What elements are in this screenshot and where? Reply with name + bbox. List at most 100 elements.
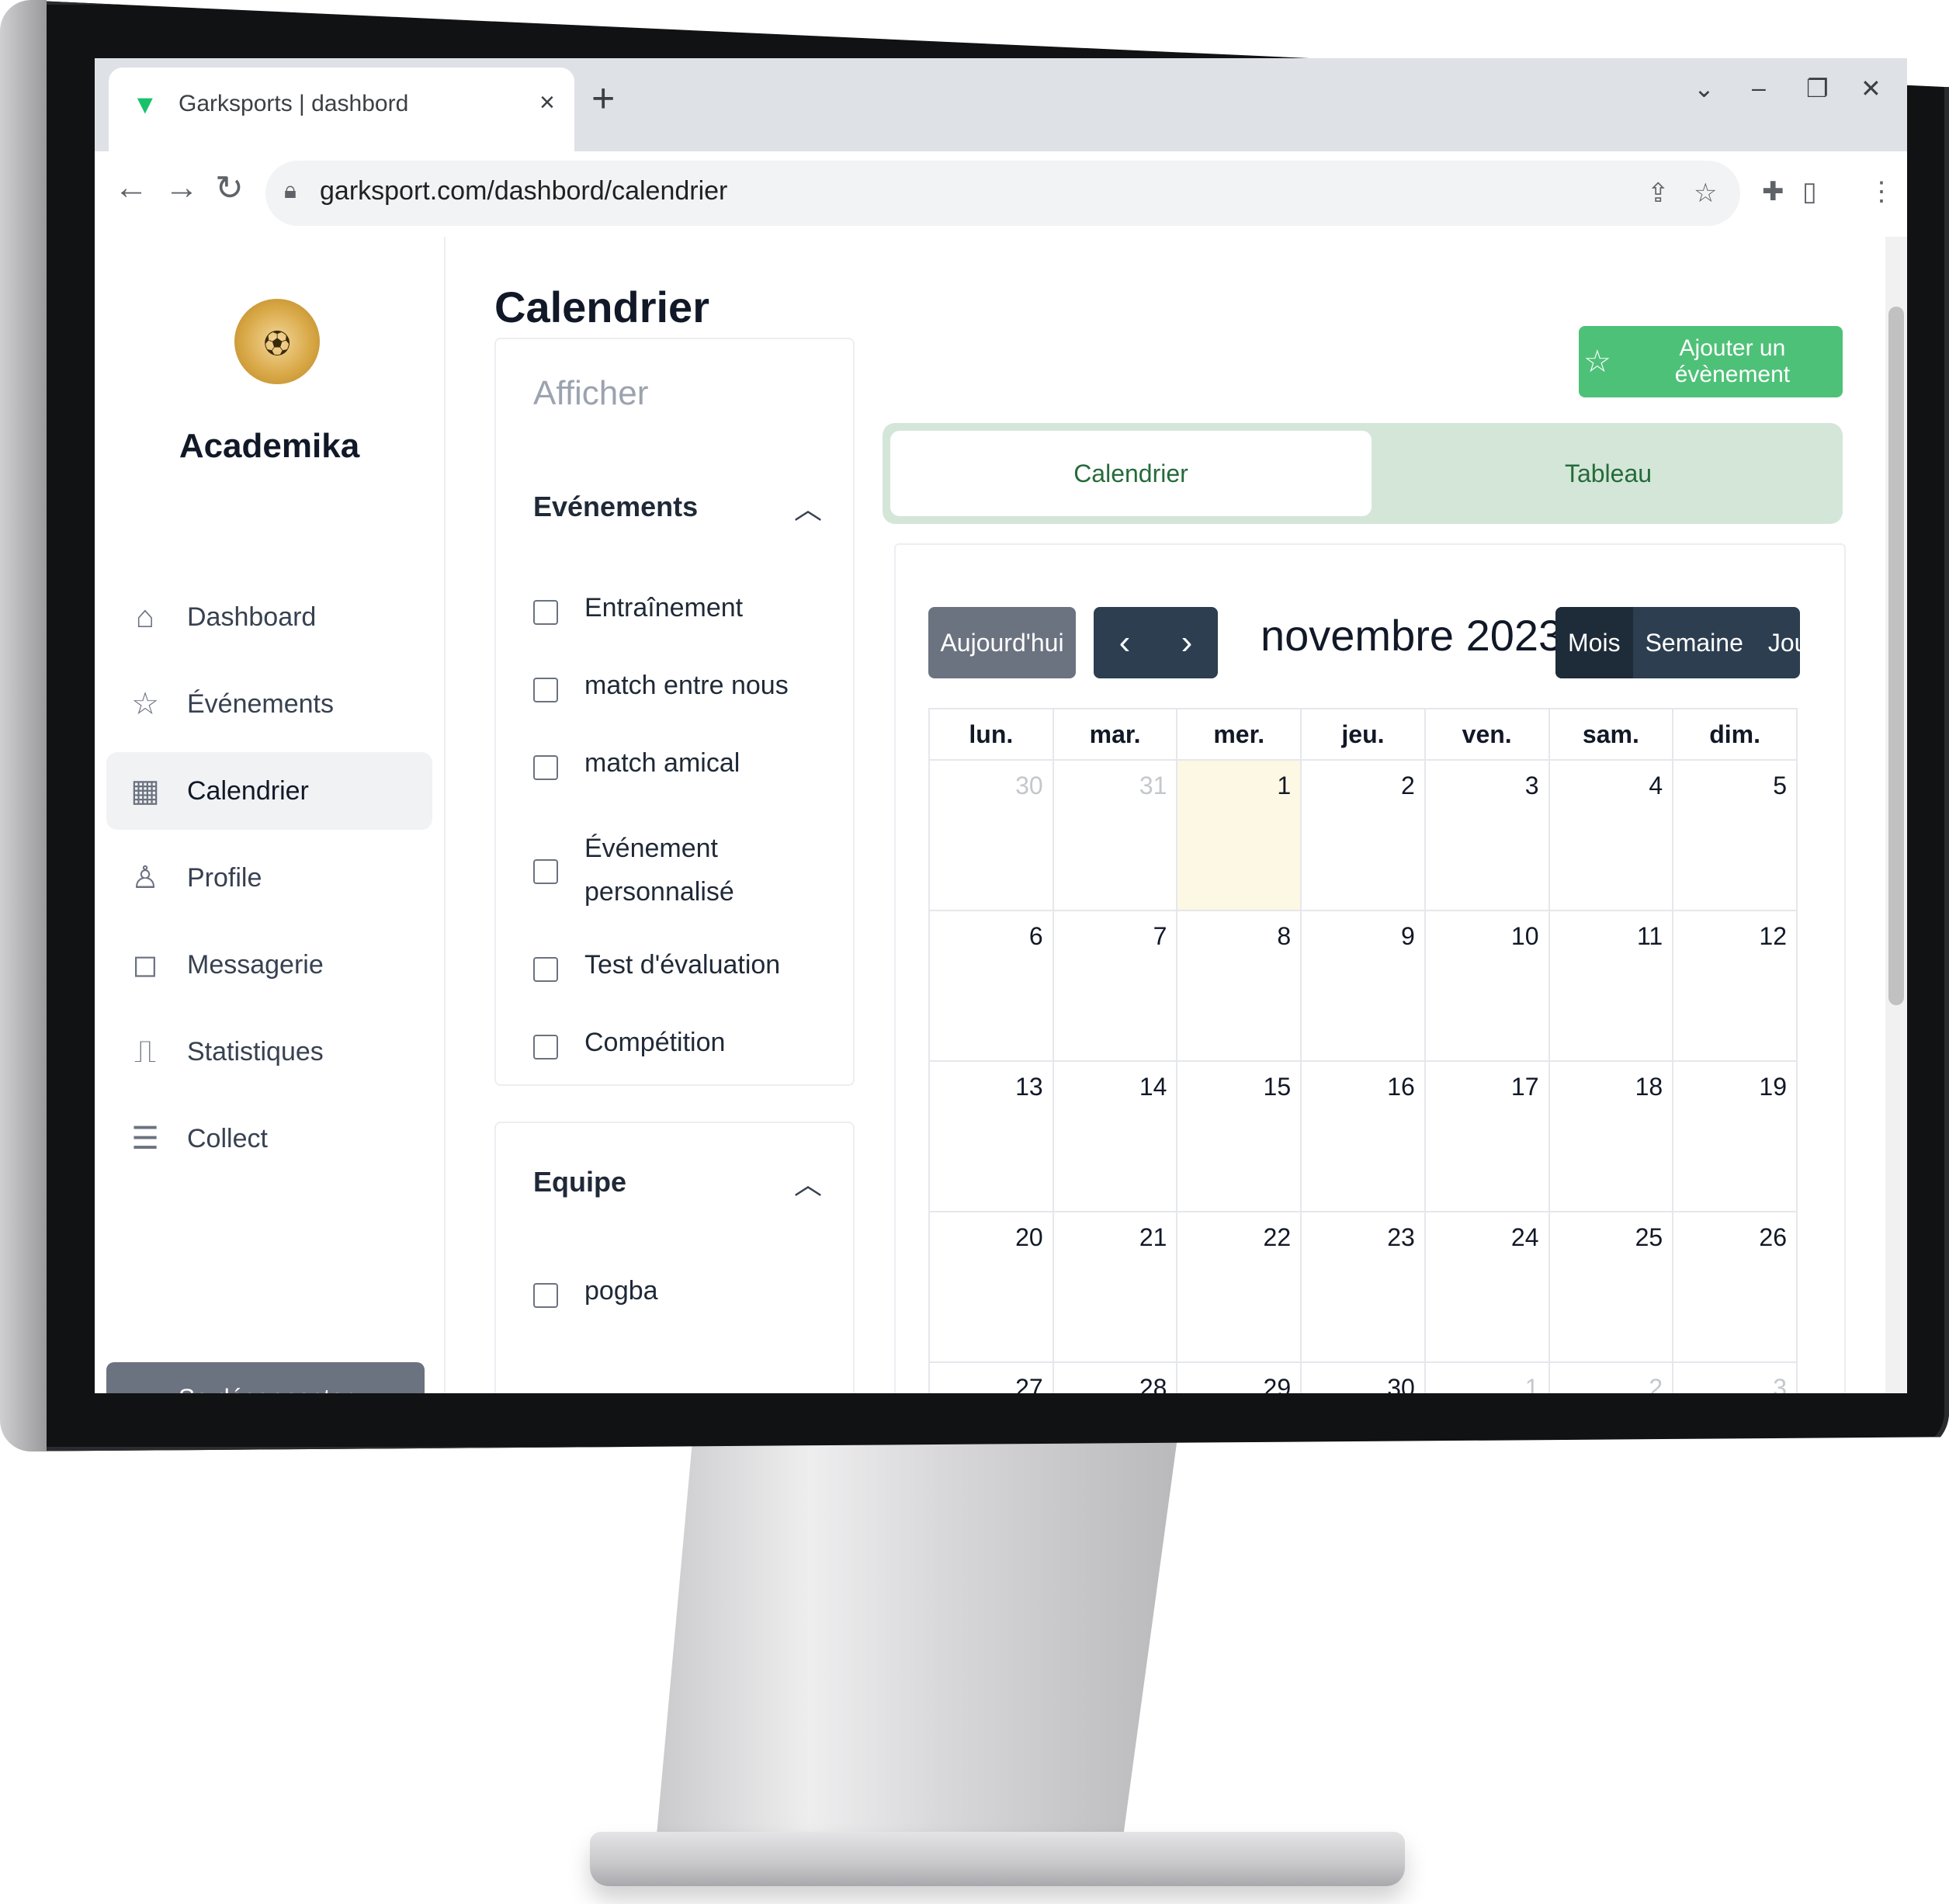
weekday-header: mar. bbox=[1052, 708, 1178, 761]
new-tab-icon[interactable]: + bbox=[591, 75, 615, 122]
next-month-icon[interactable]: › bbox=[1156, 607, 1218, 678]
calendar-week-row: 20 21 22 23 24 25 26 bbox=[928, 1211, 1798, 1363]
day-cell[interactable]: 1 bbox=[1424, 1361, 1550, 1393]
filter-option-evenement-personnalise[interactable]: Événement personnalisé bbox=[533, 834, 802, 914]
logout-button[interactable]: Se déconnecter bbox=[106, 1362, 425, 1393]
today-button[interactable]: Aujourd'hui bbox=[928, 607, 1076, 678]
sidebar-nav: ⌂ Dashboard ☆ Événements ▦ Calendrier ♙ … bbox=[106, 578, 432, 1187]
prev-month-icon[interactable]: ‹ bbox=[1094, 607, 1156, 678]
chevron-up-icon[interactable]: ︿ bbox=[794, 1162, 822, 1202]
sidebar-item-statistiques[interactable]: ⎍ Statistiques bbox=[106, 1013, 432, 1091]
filter-option-entrainement[interactable]: Entraînement bbox=[533, 593, 802, 629]
day-cell[interactable]: 4 bbox=[1548, 759, 1674, 911]
view-selector: Mois Semaine Jour bbox=[1555, 607, 1800, 678]
day-cell[interactable]: 14 bbox=[1052, 1060, 1178, 1212]
page-title: Calendrier bbox=[494, 282, 709, 331]
filter-panel-team: Equipe ︿ pogba bbox=[494, 1122, 855, 1393]
screen: ▼ Garksports | dashbord × + ← → ↻ 🔒︎ gar… bbox=[95, 58, 1907, 1393]
day-cell[interactable]: 31 bbox=[1052, 759, 1178, 911]
forward-icon[interactable]: → bbox=[165, 168, 199, 207]
day-cell[interactable]: 30 bbox=[1300, 1361, 1426, 1393]
reload-icon[interactable]: ↻ bbox=[215, 168, 244, 208]
omnibox[interactable]: 🔒︎ garksport.com/dashbord/calendrier ⇪ ☆ bbox=[265, 161, 1740, 226]
close-window-icon[interactable]: ✕ bbox=[1861, 74, 1881, 103]
day-cell[interactable]: 24 bbox=[1424, 1211, 1550, 1363]
day-cell[interactable]: 3 bbox=[1424, 759, 1550, 911]
day-cell[interactable]: 29 bbox=[1176, 1361, 1302, 1393]
sidebar-item-calendrier[interactable]: ▦ Calendrier bbox=[106, 752, 432, 830]
sidebar-item-evenements[interactable]: ☆ Événements bbox=[106, 665, 432, 743]
calendar-week-row: 6 7 8 9 10 11 12 bbox=[928, 910, 1798, 1062]
sidebar-item-messagerie[interactable]: ◻ Messagerie bbox=[106, 926, 432, 1004]
day-cell[interactable]: 25 bbox=[1548, 1211, 1674, 1363]
day-cell[interactable]: 12 bbox=[1672, 910, 1798, 1062]
day-cell[interactable]: 3 bbox=[1672, 1361, 1798, 1393]
day-cell[interactable]: 6 bbox=[928, 910, 1054, 1062]
restore-icon[interactable]: ❐ bbox=[1806, 74, 1829, 103]
tab-tableau[interactable]: Tableau bbox=[1379, 431, 1837, 516]
checkbox[interactable] bbox=[533, 957, 558, 982]
chevron-up-icon[interactable]: ︿ bbox=[794, 487, 822, 527]
share-icon[interactable]: ⇪ bbox=[1647, 178, 1670, 209]
day-cell[interactable]: 23 bbox=[1300, 1211, 1426, 1363]
filter-option-test-evaluation[interactable]: Test d'évaluation bbox=[533, 950, 802, 987]
day-cell[interactable]: 9 bbox=[1300, 910, 1426, 1062]
page-scrollbar[interactable] bbox=[1885, 237, 1907, 1393]
add-event-button[interactable]: ☆ Ajouter un évènement bbox=[1579, 326, 1843, 397]
filter-option-pogba[interactable]: pogba bbox=[533, 1276, 802, 1313]
back-icon[interactable]: ← bbox=[114, 168, 148, 207]
tab-search-chevron-icon[interactable]: ⌄ bbox=[1694, 74, 1715, 103]
minimize-icon[interactable]: – bbox=[1752, 74, 1766, 102]
day-cell[interactable]: 16 bbox=[1300, 1060, 1426, 1212]
add-event-label: Ajouter un évènement bbox=[1674, 335, 1791, 387]
day-cell[interactable]: 7 bbox=[1052, 910, 1178, 1062]
sidepanel-icon[interactable]: ▯ bbox=[1802, 176, 1817, 207]
bookmark-star-icon[interactable]: ☆ bbox=[1694, 178, 1717, 209]
day-cell[interactable]: 30 bbox=[928, 759, 1054, 911]
day-cell-today[interactable]: 1 bbox=[1176, 759, 1302, 911]
day-cell[interactable]: 2 bbox=[1548, 1361, 1674, 1393]
day-cell[interactable]: 13 bbox=[928, 1060, 1054, 1212]
weekday-header: sam. bbox=[1548, 708, 1674, 761]
scrollbar-thumb[interactable] bbox=[1888, 307, 1904, 1005]
extensions-icon[interactable]: ✚ bbox=[1762, 176, 1784, 207]
browser-tab[interactable]: ▼ Garksports | dashbord × bbox=[109, 68, 574, 151]
view-semaine-button[interactable]: Semaine bbox=[1633, 607, 1756, 678]
checkbox[interactable] bbox=[533, 600, 558, 625]
day-cell[interactable]: 10 bbox=[1424, 910, 1550, 1062]
tab-calendrier[interactable]: Calendrier bbox=[890, 431, 1372, 516]
day-cell[interactable]: 15 bbox=[1176, 1060, 1302, 1212]
view-mois-button[interactable]: Mois bbox=[1555, 607, 1633, 678]
checkbox[interactable] bbox=[533, 1283, 558, 1308]
day-cell[interactable]: 28 bbox=[1052, 1361, 1178, 1393]
filter-option-competition[interactable]: Compétition bbox=[533, 1028, 802, 1064]
weekday-header: jeu. bbox=[1300, 708, 1426, 761]
day-cell[interactable]: 2 bbox=[1300, 759, 1426, 911]
filter-option-match-entre-nous[interactable]: match entre nous bbox=[533, 671, 802, 707]
filter-option-match-amical[interactable]: match amical bbox=[533, 748, 802, 785]
day-cell[interactable]: 11 bbox=[1548, 910, 1674, 1062]
checkbox[interactable] bbox=[533, 859, 558, 884]
day-cell[interactable]: 17 bbox=[1424, 1060, 1550, 1212]
checkbox[interactable] bbox=[533, 678, 558, 702]
day-cell[interactable]: 19 bbox=[1672, 1060, 1798, 1212]
day-cell[interactable]: 20 bbox=[928, 1211, 1054, 1363]
day-cell[interactable]: 18 bbox=[1548, 1060, 1674, 1212]
filter-option-label: Compétition bbox=[584, 1028, 726, 1057]
sidebar-item-profile[interactable]: ♙ Profile bbox=[106, 839, 432, 917]
day-cell[interactable]: 27 bbox=[928, 1361, 1054, 1393]
day-cell[interactable]: 5 bbox=[1672, 759, 1798, 911]
checkbox[interactable] bbox=[533, 755, 558, 780]
day-cell[interactable]: 8 bbox=[1176, 910, 1302, 1062]
chart-icon: ⎍ bbox=[134, 1034, 156, 1069]
sidebar-item-dashboard[interactable]: ⌂ Dashboard bbox=[106, 578, 432, 656]
day-cell[interactable]: 22 bbox=[1176, 1211, 1302, 1363]
day-cell[interactable]: 26 bbox=[1672, 1211, 1798, 1363]
sidebar-item-collect[interactable]: ☰ Collect bbox=[106, 1100, 432, 1177]
day-cell[interactable]: 21 bbox=[1052, 1211, 1178, 1363]
view-jour-button[interactable]: Jour bbox=[1756, 607, 1800, 678]
menu-kebab-icon[interactable]: ⋮ bbox=[1868, 176, 1895, 207]
checkbox[interactable] bbox=[533, 1035, 558, 1060]
tab-close-icon[interactable]: × bbox=[539, 88, 555, 118]
brand-name: Academika bbox=[179, 427, 360, 465]
